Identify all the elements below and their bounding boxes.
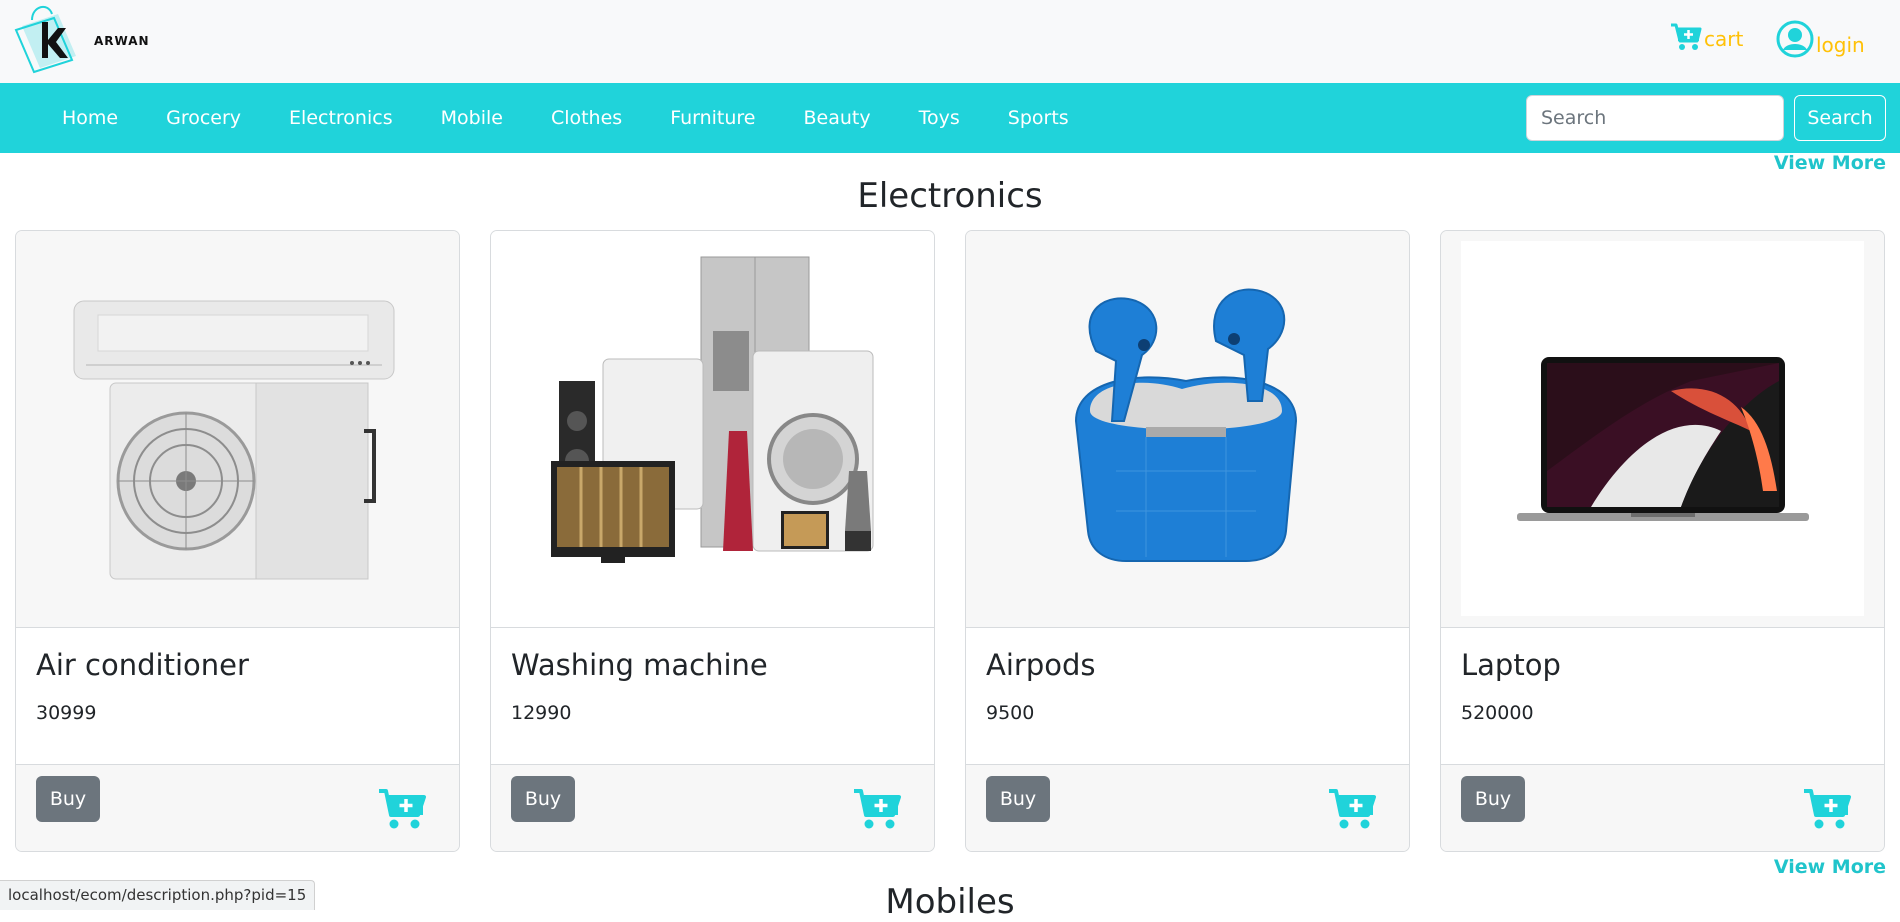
buy-button[interactable]: Buy xyxy=(36,776,100,822)
product-card-body: Air conditioner 30999 xyxy=(16,627,459,765)
buy-button[interactable]: Buy xyxy=(1461,776,1525,822)
browser-status-url: localhost/ecom/description.php?pid=15 xyxy=(0,880,316,910)
product-price: 30999 xyxy=(36,702,97,724)
product-image-air-conditioner[interactable] xyxy=(16,231,459,627)
product-name[interactable]: Washing machine xyxy=(511,648,768,682)
product-image-laptop[interactable] xyxy=(1441,231,1884,627)
nav-item-beauty[interactable]: Beauty xyxy=(780,107,895,129)
product-card-footer: Buy xyxy=(16,765,459,851)
product-card: Washing machine 12990 Buy xyxy=(490,230,935,852)
product-card-body: Washing machine 12990 xyxy=(491,627,934,765)
logo-text: ARWAN xyxy=(94,34,150,48)
add-to-cart-icon[interactable] xyxy=(853,787,903,831)
airpods-image xyxy=(1074,288,1298,562)
product-name[interactable]: Laptop xyxy=(1461,648,1561,682)
header-cart-link[interactable]: cart xyxy=(1670,22,1743,52)
nav-item-clothes[interactable]: Clothes xyxy=(527,107,646,129)
nav-item-toys[interactable]: Toys xyxy=(895,107,984,129)
nav-menu: Home Grocery Electronics Mobile Clothes … xyxy=(38,83,1093,153)
nav-item-grocery[interactable]: Grocery xyxy=(142,107,265,129)
product-card-footer: Buy xyxy=(966,765,1409,851)
mobiles-view-more-link[interactable]: View More xyxy=(1774,856,1886,878)
electronics-section-title: Electronics xyxy=(857,176,1043,216)
product-image-washing-machine[interactable] xyxy=(491,231,934,627)
product-card: Air conditioner 30999 Buy xyxy=(15,230,460,852)
add-to-cart-icon[interactable] xyxy=(1328,787,1378,831)
cart-plus-icon xyxy=(1671,23,1702,50)
air-conditioner-image xyxy=(73,300,395,580)
add-to-cart-icon[interactable] xyxy=(1803,787,1853,831)
brand-logo[interactable]: ARWAN xyxy=(14,0,149,74)
cart-label: cart xyxy=(1704,27,1744,51)
nav-item-furniture[interactable]: Furniture xyxy=(646,107,779,129)
product-card: Laptop 520000 Buy xyxy=(1440,230,1885,852)
product-card-body: Airpods 9500 xyxy=(966,627,1409,765)
product-card-footer: Buy xyxy=(1441,765,1884,851)
product-name[interactable]: Air conditioner xyxy=(36,648,249,682)
nav-item-mobile[interactable]: Mobile xyxy=(417,107,527,129)
nav-item-sports[interactable]: Sports xyxy=(984,107,1093,129)
nav-item-electronics[interactable]: Electronics xyxy=(265,107,417,129)
product-price: 520000 xyxy=(1461,702,1534,724)
nav-item-home[interactable]: Home xyxy=(38,107,142,129)
laptop-image xyxy=(1461,241,1864,616)
user-circle-icon xyxy=(1776,20,1814,58)
product-price: 9500 xyxy=(986,702,1035,724)
product-card-footer: Buy xyxy=(491,765,934,851)
product-price: 12990 xyxy=(511,702,572,724)
electronics-view-more-link[interactable]: View More xyxy=(1774,152,1886,174)
search-input[interactable] xyxy=(1526,95,1784,141)
login-label: login xyxy=(1816,33,1865,57)
buy-button[interactable]: Buy xyxy=(511,776,575,822)
add-to-cart-icon[interactable] xyxy=(378,787,428,831)
washing-machine-image xyxy=(551,256,874,563)
electronics-product-grid: Air conditioner 30999 Buy Washing machin… xyxy=(15,230,1887,852)
product-card-body: Laptop 520000 xyxy=(1441,627,1884,765)
top-header: ARWAN cart login xyxy=(0,0,1900,83)
header-login-link[interactable]: login xyxy=(1776,20,1865,58)
product-card: Airpods 9500 Buy xyxy=(965,230,1410,852)
buy-button[interactable]: Buy xyxy=(986,776,1050,822)
product-image-airpods[interactable] xyxy=(966,231,1409,627)
search-button[interactable]: Search xyxy=(1794,95,1886,141)
product-name[interactable]: Airpods xyxy=(986,648,1096,682)
